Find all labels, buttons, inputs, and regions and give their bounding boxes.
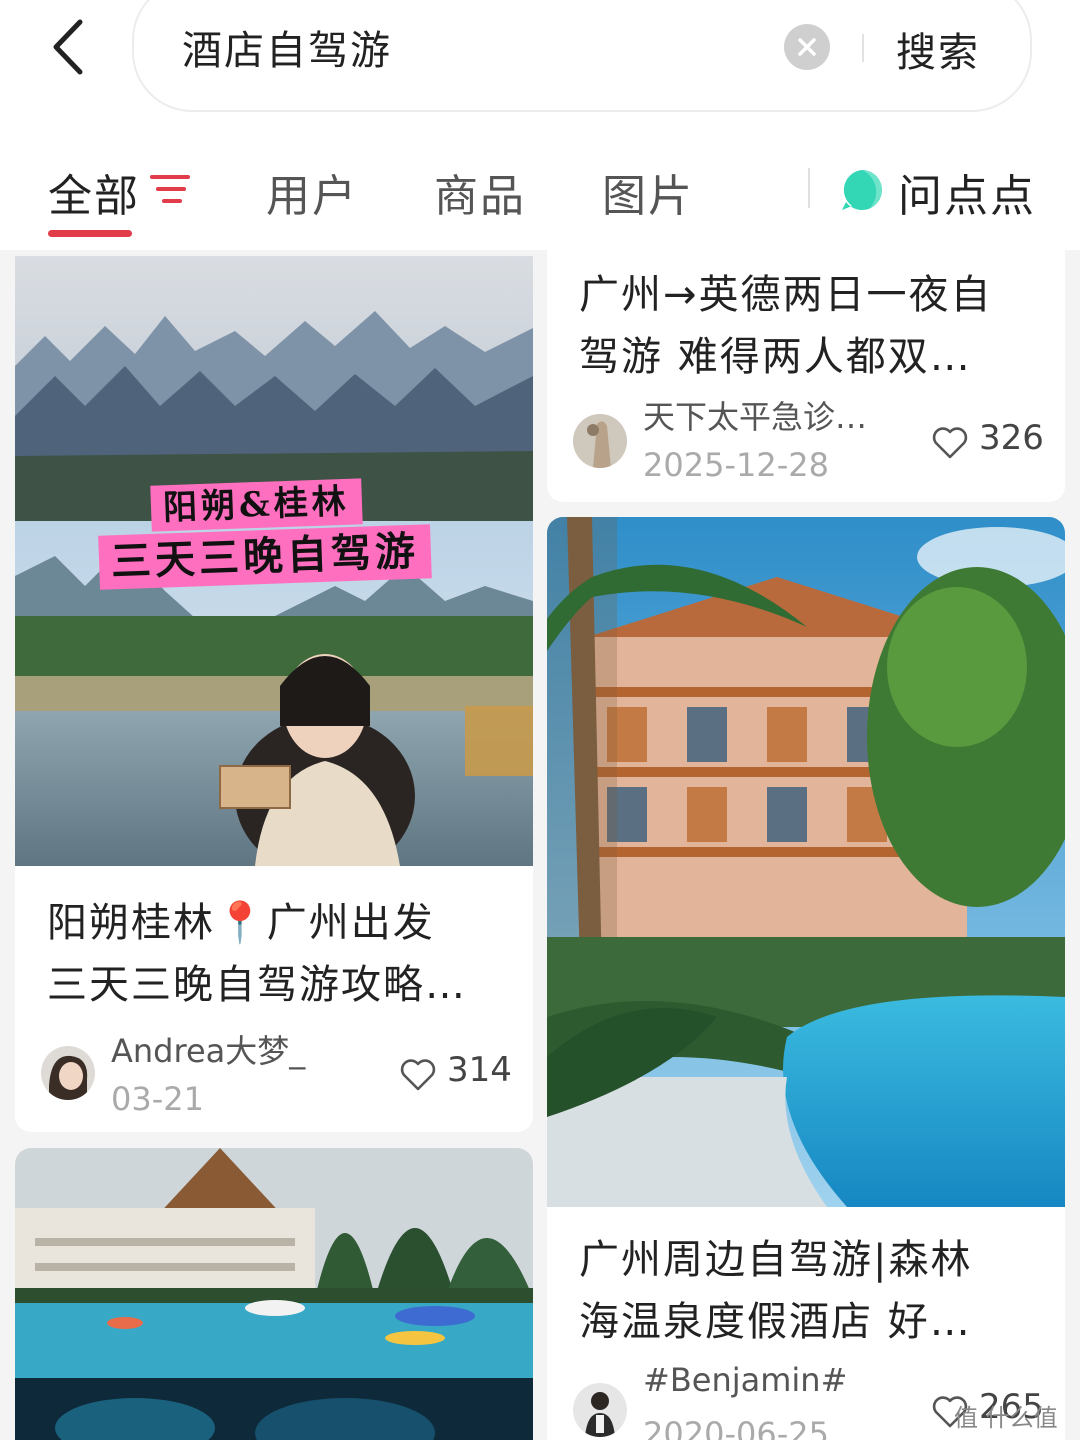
card-title: 广州→英德两日一夜自 驾游 难得两人都双… xyxy=(579,272,993,380)
tabs-fade-overlay xyxy=(760,152,810,222)
tab-all[interactable]: 全部 xyxy=(48,160,140,224)
heart-icon xyxy=(400,1059,436,1091)
chevron-left-icon xyxy=(53,19,83,75)
chat-bubble-icon[interactable] xyxy=(840,168,884,212)
tab-products[interactable]: 商品 xyxy=(434,160,526,224)
like-count: 326 xyxy=(979,418,1044,458)
card-title: 阳朔桂林📍广州出发 三天三晚自驾游攻略… xyxy=(47,900,467,1008)
like-count: 314 xyxy=(447,1050,512,1090)
search-bar: 酒店自驾游 搜索 xyxy=(132,0,1032,112)
card-image xyxy=(547,517,1065,1207)
author-name[interactable]: Andrea大梦_ xyxy=(111,1026,305,1072)
search-button[interactable]: 搜索 xyxy=(896,20,980,78)
heart-icon xyxy=(932,427,968,459)
feed-card[interactable]: 广州→英德两日一夜自 驾游 难得两人都双… 天下太平急诊… 2025-12-28… xyxy=(547,246,1065,502)
category-tabs: 全部 用户 商品 图片 问点点 xyxy=(0,122,1080,250)
divider xyxy=(862,34,864,62)
active-tab-indicator xyxy=(48,230,132,237)
tab-users[interactable]: 用户 xyxy=(266,160,358,224)
post-date: 03-21 xyxy=(111,1080,204,1118)
image-sticker: 阳朔&桂林 xyxy=(150,478,363,532)
filter-icon[interactable] xyxy=(150,172,190,206)
back-button[interactable] xyxy=(40,14,100,80)
feed-card[interactable]: 广州周边自驾游|森林 海温泉度假酒店 好… #Benjamin# 2020-06… xyxy=(547,517,1065,1440)
card-image: 阳朔&桂林 三天三晚自驾游 xyxy=(15,256,533,866)
tabs-divider xyxy=(808,168,810,208)
card-image xyxy=(15,1148,533,1440)
image-sticker: 三天三晚自驾游 xyxy=(98,524,432,590)
card-title: 广州周边自驾游|森林 海温泉度假酒店 好… xyxy=(579,1237,973,1345)
feed-card[interactable]: 阳朔&桂林 三天三晚自驾游 阳朔桂林📍广州出发 三天三晚自驾游攻略… Andre… xyxy=(15,256,533,1132)
feed-card[interactable] xyxy=(15,1148,533,1440)
avatar[interactable] xyxy=(573,414,627,468)
author-name[interactable]: 天下太平急诊… xyxy=(643,392,867,438)
close-icon xyxy=(798,38,816,56)
post-date: 2025-12-28 xyxy=(643,446,829,484)
avatar[interactable] xyxy=(41,1046,95,1100)
top-bar: 酒店自驾游 搜索 xyxy=(0,0,1080,122)
clear-search-button[interactable] xyxy=(784,24,830,70)
tab-ask[interactable]: 问点点 xyxy=(898,160,1036,224)
search-input[interactable]: 酒店自驾游 xyxy=(182,18,392,76)
watermark: 值 什么值得买 xyxy=(954,1404,1058,1440)
tab-images[interactable]: 图片 xyxy=(602,160,694,224)
post-date: 2020-06-25 xyxy=(643,1415,829,1440)
author-name[interactable]: #Benjamin# xyxy=(643,1361,847,1399)
avatar[interactable] xyxy=(573,1383,627,1437)
